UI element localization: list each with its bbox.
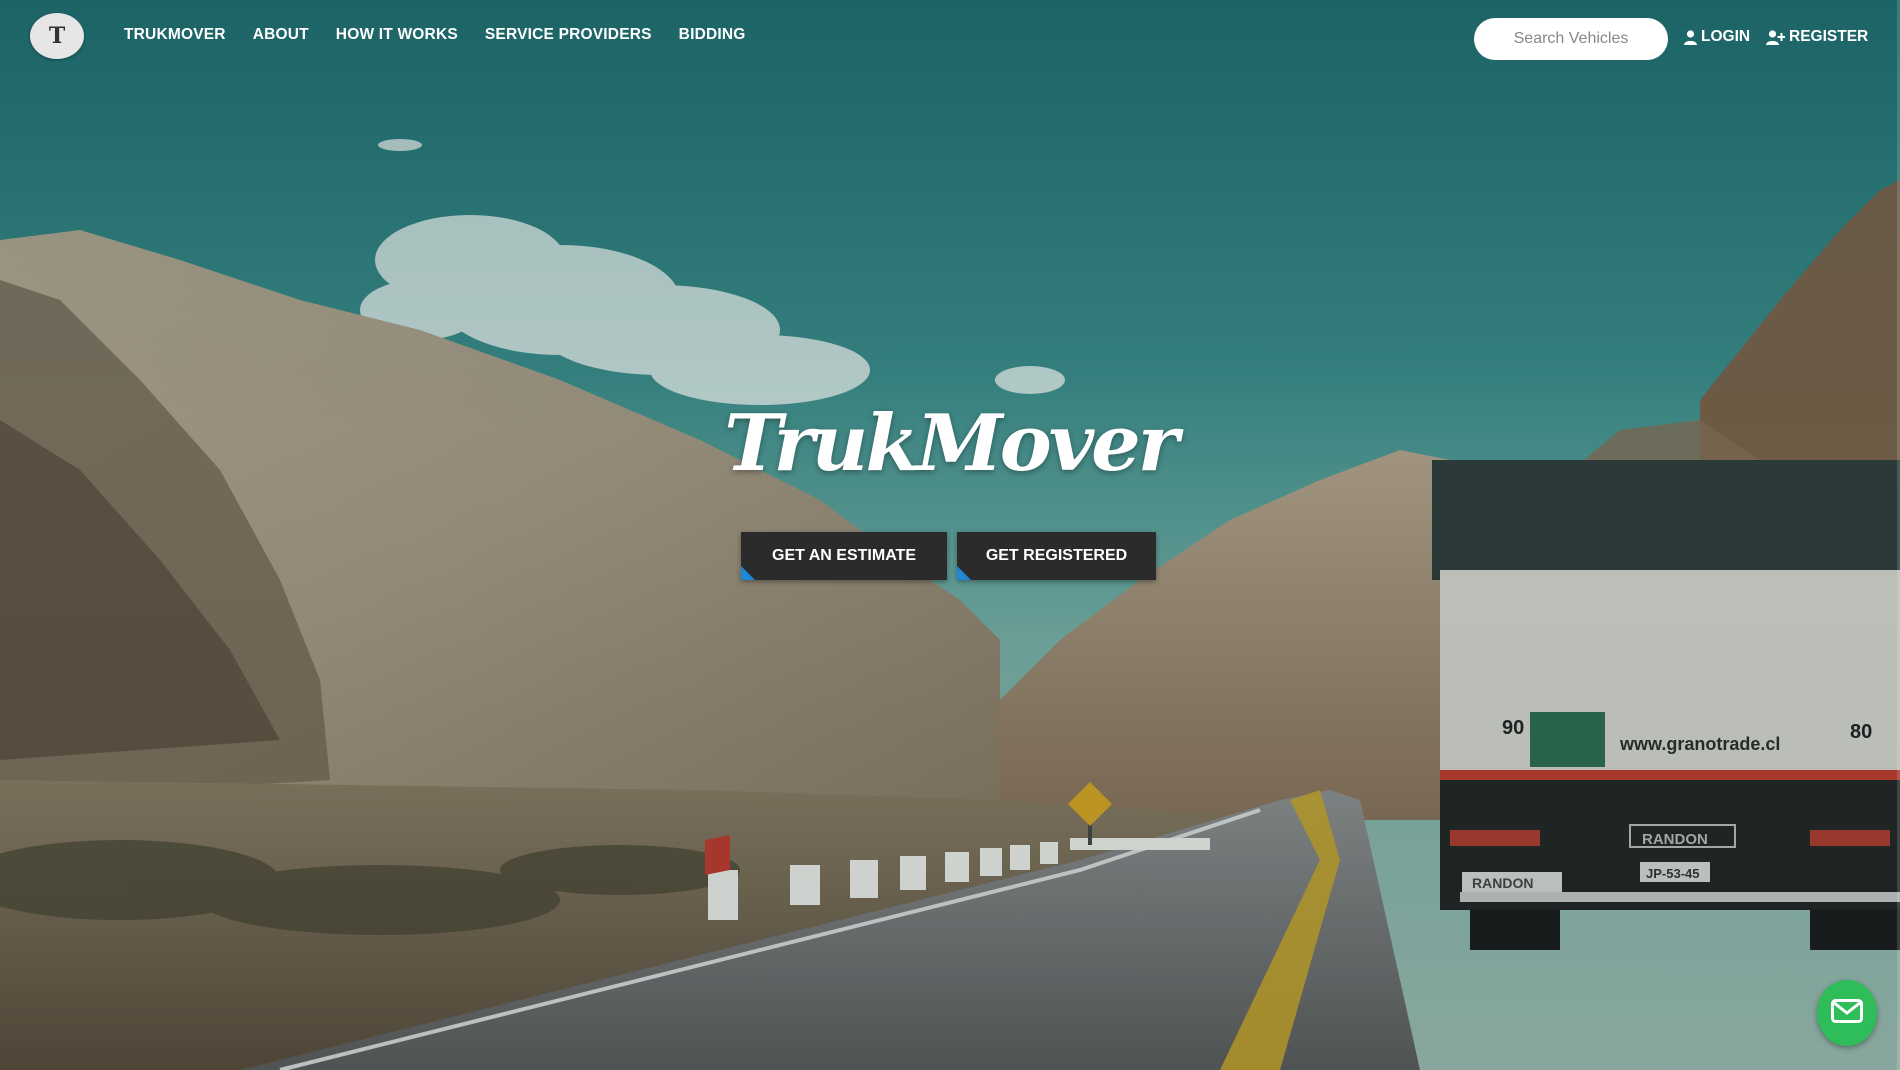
- nav-link-service-providers[interactable]: SERVICE PROVIDERS: [485, 26, 652, 44]
- nav-link-bidding[interactable]: BIDDING: [679, 26, 746, 44]
- search-vehicles-input[interactable]: [1474, 18, 1668, 60]
- truck-plate: JP-53-45: [1646, 866, 1699, 881]
- truck-make-label: RANDON: [1642, 831, 1708, 848]
- user-plus-icon: [1766, 29, 1785, 45]
- nav-link-about[interactable]: ABOUT: [253, 26, 309, 44]
- main-nav: TRUKMOVER ABOUT HOW IT WORKS SERVICE PRO…: [124, 26, 746, 44]
- truck-right-number: 80: [1850, 721, 1872, 743]
- register-link[interactable]: REGISTER: [1766, 28, 1868, 46]
- truck-website: www.granotrade.cl: [1619, 734, 1780, 754]
- landing-page: 90 80 www.granotrade.cl RANDON RANDON JP…: [0, 0, 1900, 1070]
- nav-link-trukmover[interactable]: TRUKMOVER: [124, 26, 226, 44]
- login-link[interactable]: LOGIN: [1684, 28, 1750, 46]
- get-an-estimate-button[interactable]: GET AN ESTIMATE: [741, 532, 947, 580]
- top-navbar: T TRUKMOVER ABOUT HOW IT WORKS SERVICE P…: [0, 0, 1900, 74]
- site-logo[interactable]: T: [30, 13, 84, 59]
- logo-letter: T: [48, 23, 66, 49]
- contact-mail-button[interactable]: [1817, 980, 1877, 1046]
- truck-image: 90 80 www.granotrade.cl RANDON RANDON JP…: [1432, 460, 1900, 950]
- hero-brand-title: TrukMover: [724, 398, 1179, 489]
- get-registered-button[interactable]: GET REGISTERED: [957, 532, 1156, 580]
- login-label: LOGIN: [1701, 28, 1751, 45]
- truck-left-number: 90: [1502, 717, 1524, 739]
- register-label: REGISTER: [1789, 28, 1869, 45]
- nav-link-how-it-works[interactable]: HOW IT WORKS: [336, 26, 458, 44]
- envelope-icon: [1831, 998, 1863, 1028]
- truck-make-lower: RANDON: [1472, 875, 1533, 891]
- hero-background-image: 90 80 www.granotrade.cl RANDON RANDON JP…: [0, 0, 1900, 1070]
- user-icon: [1684, 29, 1697, 45]
